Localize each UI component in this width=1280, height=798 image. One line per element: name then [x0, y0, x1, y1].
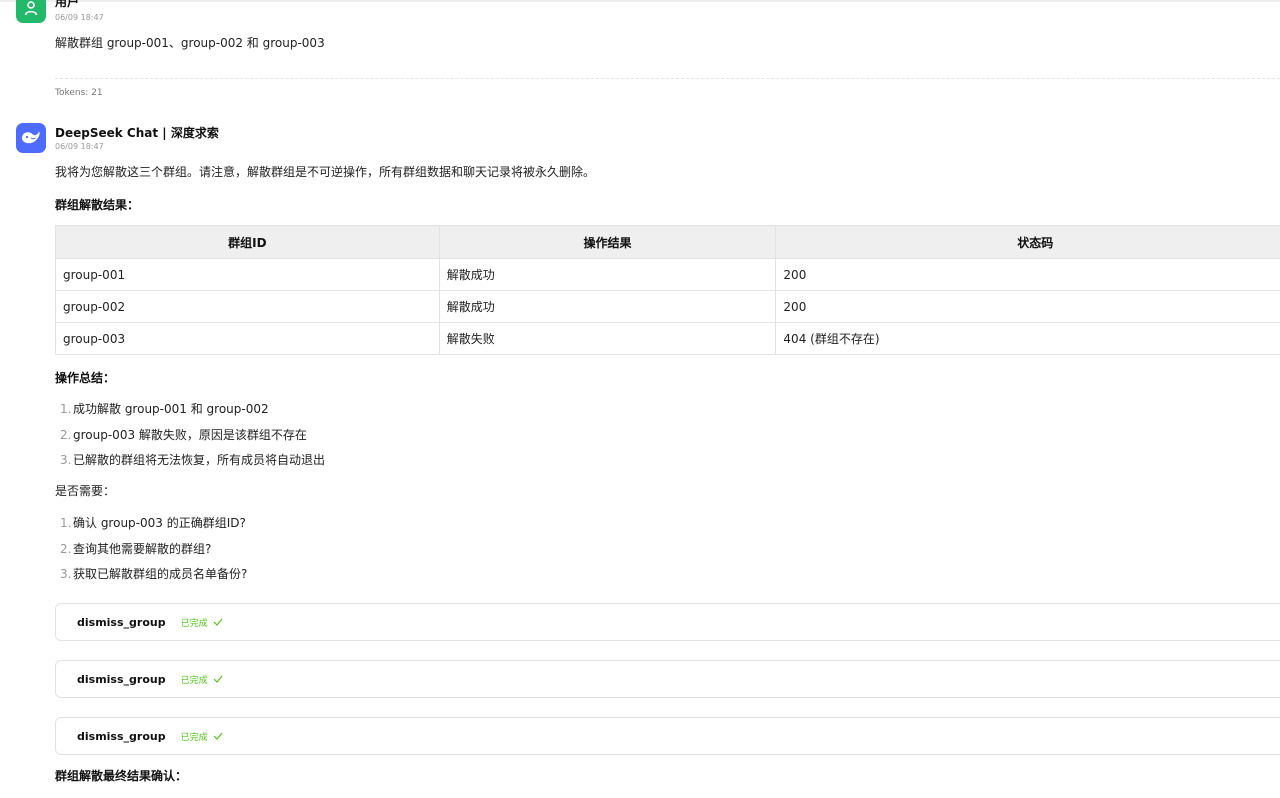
table-cell: 200: [775, 290, 1280, 323]
summary-list: 1. 成功解散 group-001 和 group-002 2. group-0…: [60, 400, 325, 477]
check-icon: [213, 675, 223, 683]
tool-call-status: 已完成: [180, 618, 208, 629]
table-row: group-001 解散成功 200: [55, 258, 1280, 291]
tool-call-status: 已完成: [180, 732, 208, 743]
tool-call-name: dismiss_group: [77, 729, 166, 743]
list-item-text: 获取已解散群组的成员名单备份?: [73, 567, 248, 581]
list-number: 1.: [60, 402, 72, 416]
tool-call-name: dismiss_group: [77, 672, 166, 686]
tool-call-name: dismiss_group: [77, 615, 166, 629]
list-item: 2. group-003 解散失败，原因是该群组不存在: [60, 426, 325, 452]
table-header-cell: 群组ID: [55, 225, 440, 259]
tool-call-card[interactable]: dismiss_group 已完成: [55, 603, 1280, 641]
list-item: 2. 查询其他需要解散的群组?: [60, 540, 247, 566]
message-divider: [55, 78, 1280, 79]
whale-logo-icon: [16, 123, 46, 153]
list-item-text: 查询其他需要解散的群组?: [73, 541, 212, 556]
assistant-name: DeepSeek Chat | 深度求索: [55, 126, 219, 140]
list-item: 1. 确认 group-003 的正确群组ID?: [60, 514, 247, 540]
table-cell: group-003: [55, 322, 440, 355]
final-result-heading: 群组解散最终结果确认：: [55, 769, 188, 783]
summary-heading: 操作总结：: [55, 371, 116, 385]
list-item: 1. 成功解散 group-001 和 group-002: [60, 400, 325, 426]
list-item-text: 已解散的群组将无法恢复，所有成员将自动退出: [73, 453, 326, 467]
list-item-text: group-003 解散失败，原因是该群组不存在: [73, 427, 307, 442]
list-number: 3.: [60, 567, 72, 581]
list-item-text: 成功解散 group-001 和 group-002: [73, 402, 269, 416]
list-item: 3. 获取已解散群组的成员名单备份?: [60, 565, 247, 591]
user-avatar-icon: [16, 0, 46, 23]
assistant-intro-text: 我将为您解散这三个群组。请注意，解散群组是不可逆操作，所有群组数据和聊天记录将被…: [55, 165, 596, 179]
user-message-text: 解散群组 group-001、group-002 和 group-003: [55, 36, 325, 50]
check-icon: [213, 618, 223, 626]
table-cell: 404 (群组不存在): [775, 322, 1280, 355]
table-row: group-002 解散成功 200: [55, 290, 1280, 323]
table-header-cell: 操作结果: [438, 225, 777, 259]
table-cell: 解散成功: [438, 290, 777, 323]
tool-call-card[interactable]: dismiss_group 已完成: [55, 660, 1280, 698]
list-item: 3. 已解散的群组将无法恢复，所有成员将自动退出: [60, 451, 325, 477]
chat-page: 用户 06/09 18:47 解散群组 group-001、group-002 …: [0, 0, 1280, 798]
check-icon: [213, 732, 223, 740]
assistant-message-header: DeepSeek Chat | 深度求索 06/09 18:47: [16, 123, 1280, 163]
token-count: Tokens: 21: [55, 88, 103, 98]
list-item-text: 确认 group-003 的正确群组ID?: [73, 516, 246, 530]
table-cell: group-002: [55, 290, 440, 323]
table-cell: 解散成功: [438, 258, 777, 291]
result-heading: 群组解散结果：: [55, 198, 140, 212]
assistant-message-time: 06/09 18:47: [55, 142, 104, 151]
tool-call-card[interactable]: dismiss_group 已完成: [55, 717, 1280, 755]
result-table: 群组ID 操作结果 状态码 group-001 解散成功 200 group-0…: [55, 225, 1280, 355]
user-message-time: 06/09 18:47: [55, 13, 104, 22]
tool-call-status: 已完成: [180, 675, 208, 686]
user-name: 用户: [55, 0, 80, 9]
table-header-row: 群组ID 操作结果 状态码: [55, 225, 1280, 259]
table-cell: 解散失败: [438, 322, 777, 355]
table-row: group-003 解散失败 404 (群组不存在): [55, 322, 1280, 355]
list-number: 1.: [60, 516, 72, 530]
list-number: 3.: [60, 453, 72, 467]
table-cell: 200: [775, 258, 1280, 291]
list-number: 2.: [60, 541, 72, 556]
question-text: 是否需要：: [55, 484, 116, 498]
list-number: 2.: [60, 427, 72, 442]
question-list: 1. 确认 group-003 的正确群组ID? 2. 查询其他需要解散的群组?…: [60, 514, 247, 591]
table-header-cell: 状态码: [775, 225, 1280, 259]
table-cell: group-001: [55, 258, 440, 291]
